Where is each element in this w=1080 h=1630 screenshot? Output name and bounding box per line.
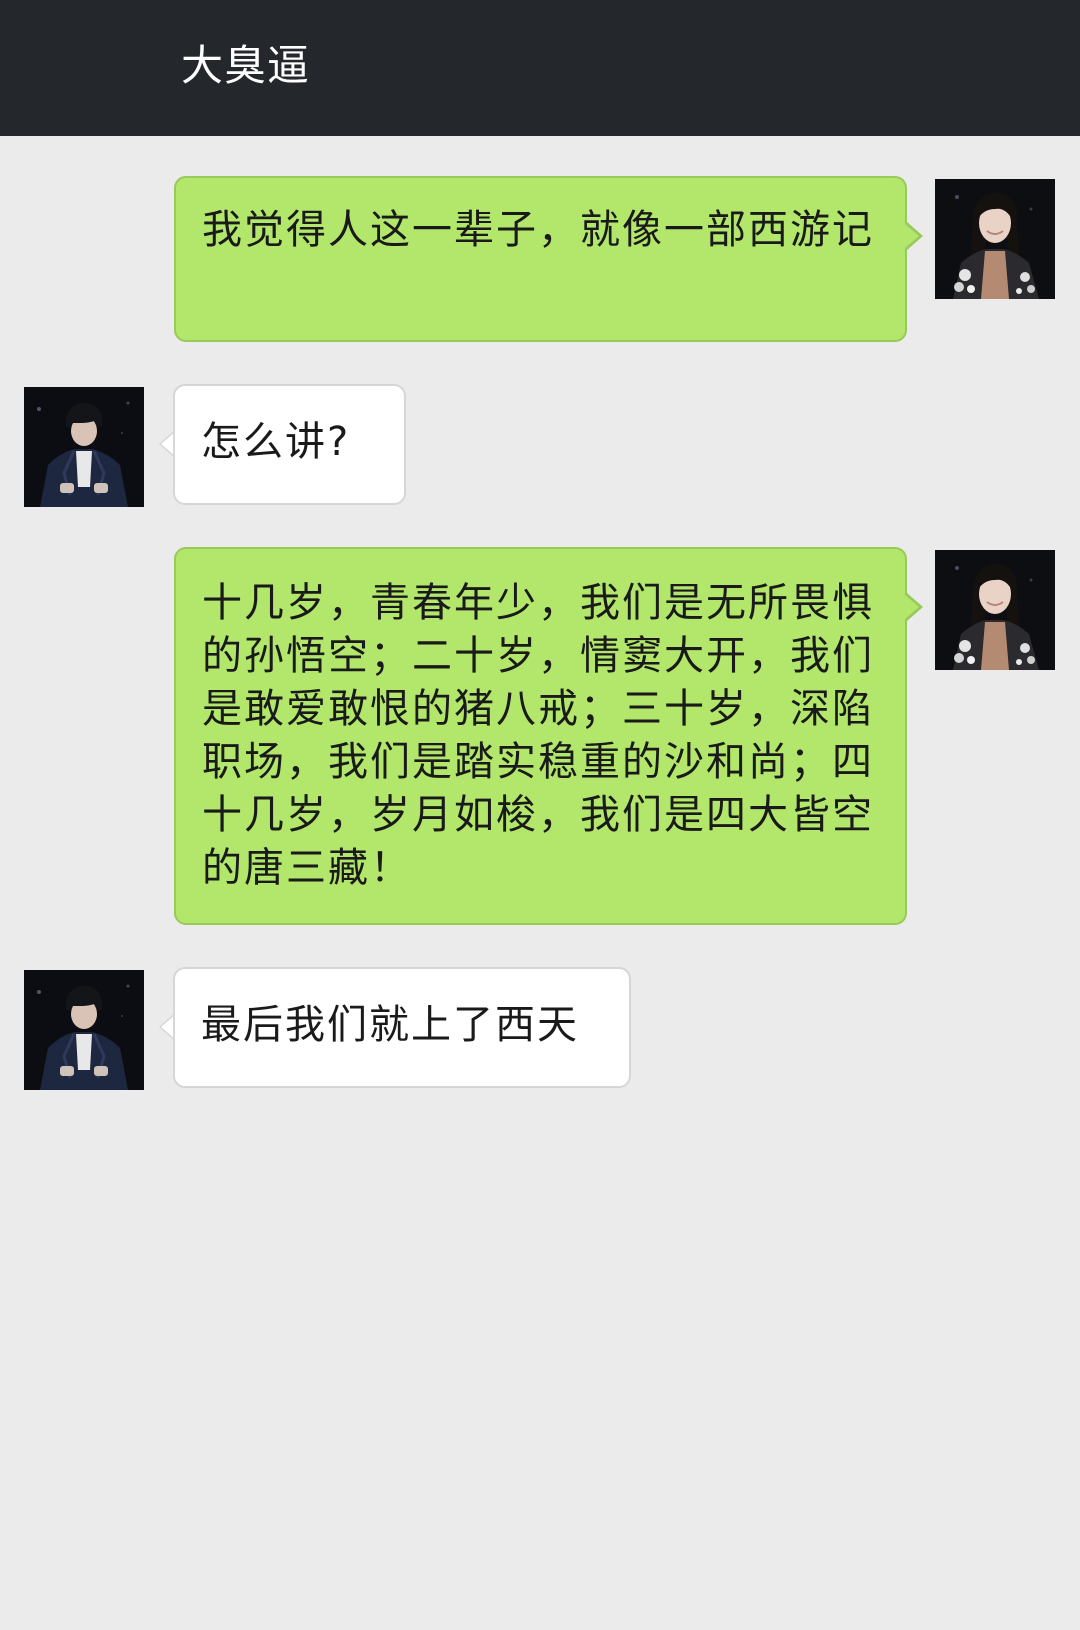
female-avatar[interactable]: [935, 179, 1055, 299]
chat-header: 大臭逼: [0, 0, 1080, 136]
sent-message-bubble[interactable]: 十几岁，青春年少，我们是无所畏惧的孙悟空；二十岁，情窦大开，我们是敢爱敢恨的猪八…: [174, 547, 907, 925]
male-avatar-image: [24, 387, 144, 507]
female-avatar-image: [935, 550, 1055, 670]
message-text: 怎么讲?: [201, 419, 351, 465]
male-avatar-image: [24, 970, 144, 1090]
female-avatar-image: [935, 179, 1055, 299]
sent-message-bubble[interactable]: 我觉得人这一辈子，就像一部西游记: [174, 176, 907, 342]
received-message-bubble[interactable]: 怎么讲?: [173, 384, 406, 505]
male-avatar[interactable]: [24, 970, 144, 1090]
received-message-bubble[interactable]: 最后我们就上了西天: [173, 967, 631, 1088]
message-text: 十几岁，青春年少，我们是无所畏惧的孙悟空；二十岁，情窦大开，我们是敢爱敢恨的猪八…: [202, 580, 874, 891]
female-avatar[interactable]: [935, 550, 1055, 670]
male-avatar[interactable]: [24, 387, 144, 507]
message-text: 我觉得人这一辈子，就像一部西游记: [202, 207, 874, 253]
bubble-tail: [905, 595, 919, 619]
chat-title: 大臭逼: [181, 41, 311, 90]
message-text: 最后我们就上了西天: [201, 1002, 579, 1048]
bubble-tail: [905, 224, 919, 248]
